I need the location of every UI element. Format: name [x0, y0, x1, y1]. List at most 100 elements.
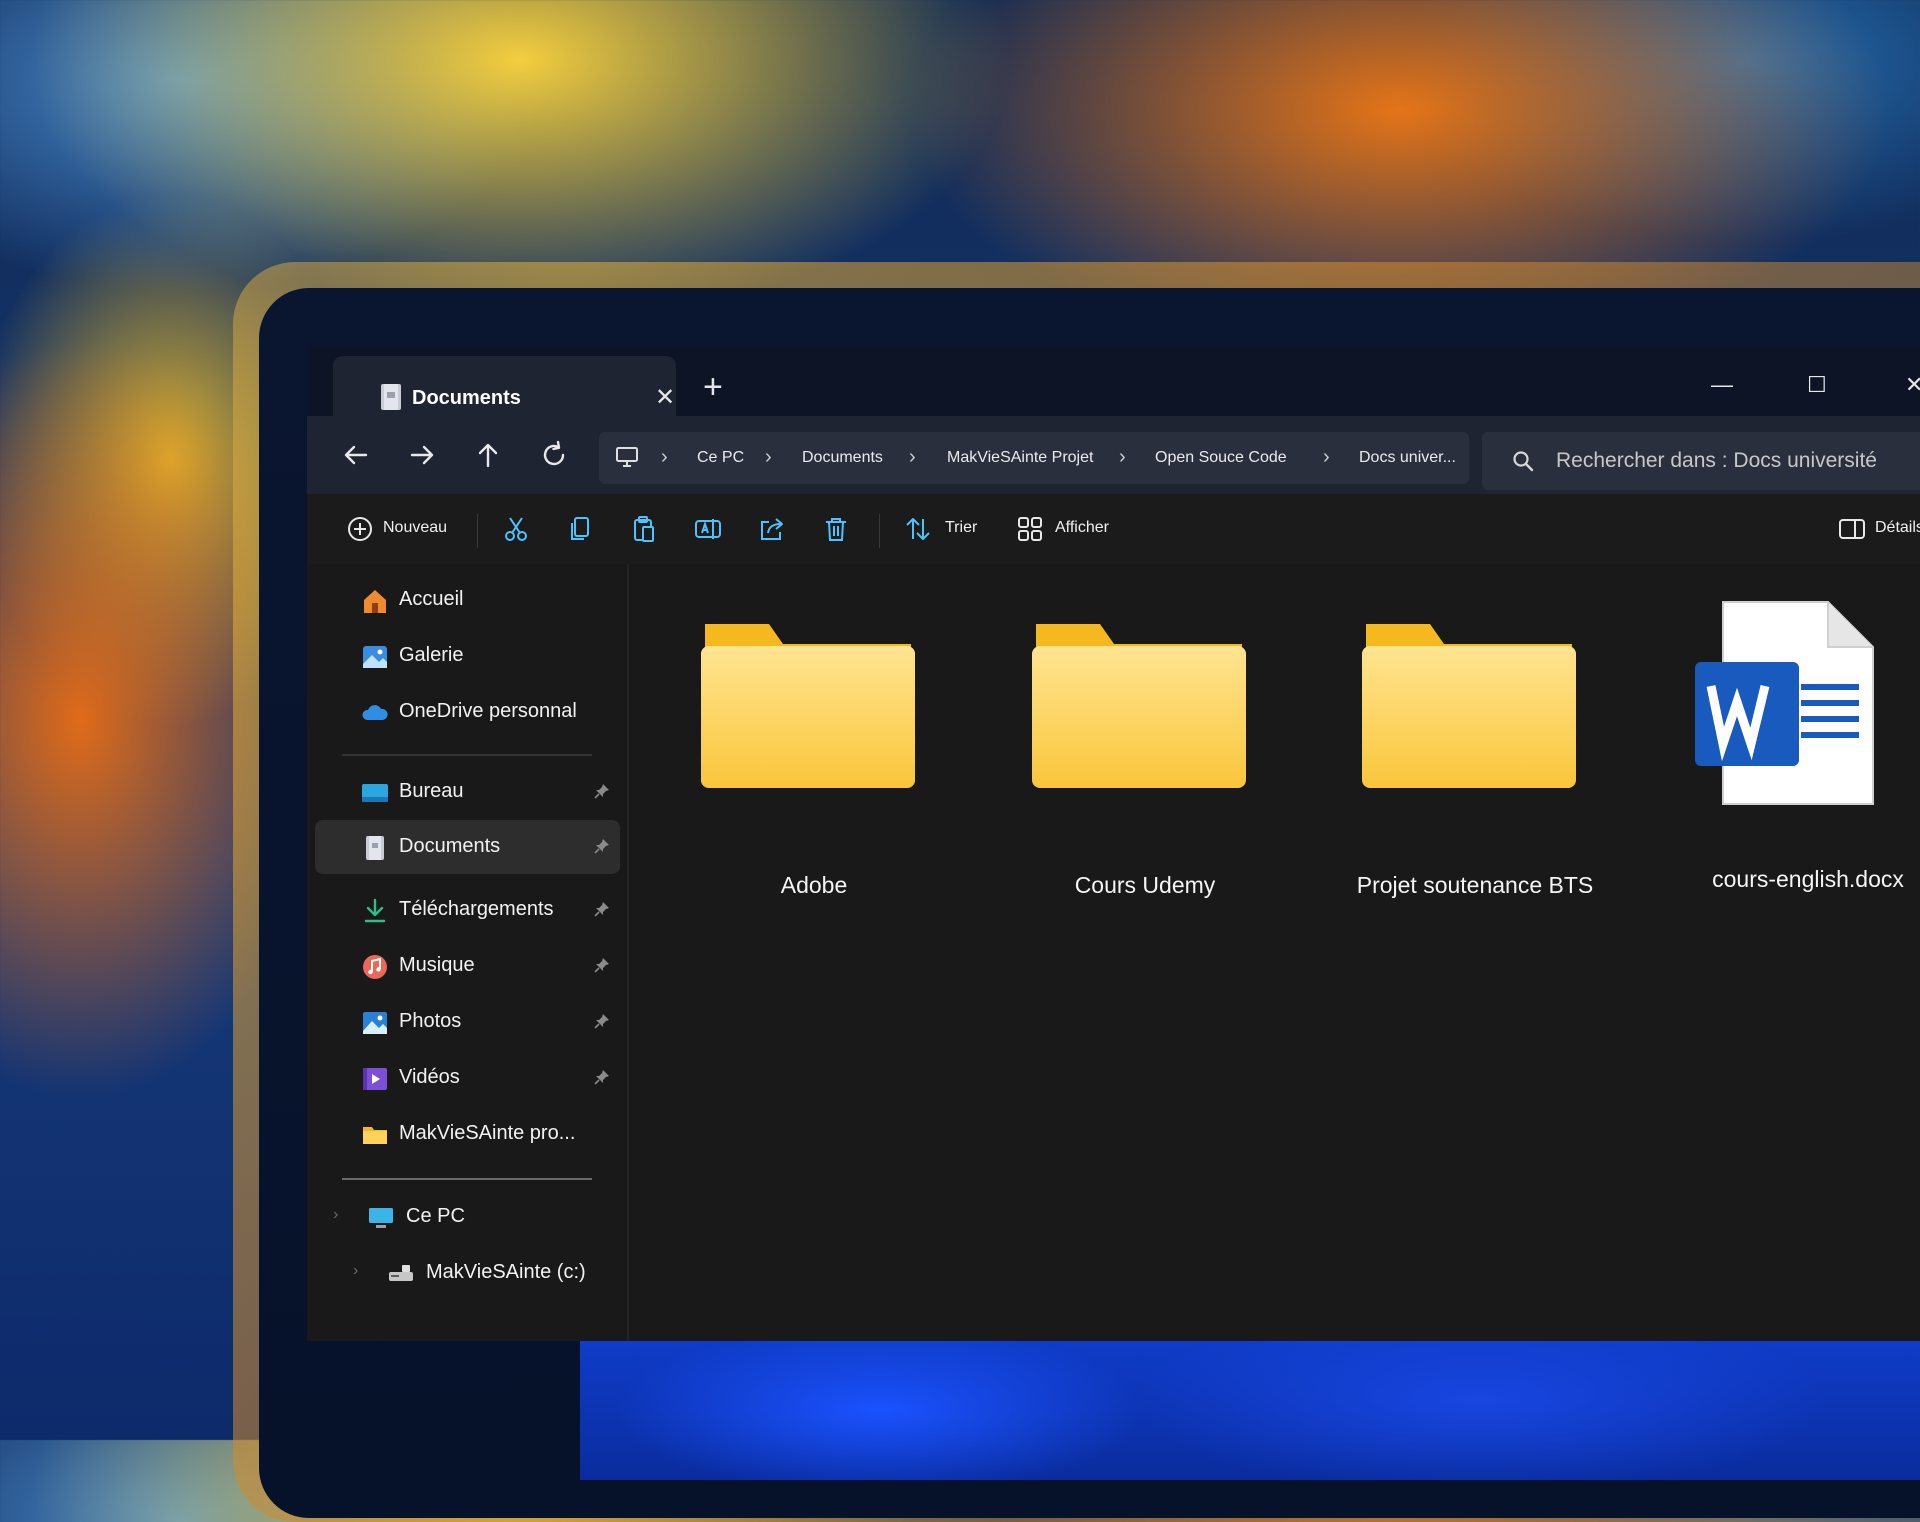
gallery-icon	[363, 646, 387, 668]
tab-close-icon[interactable]: ✕	[655, 383, 675, 412]
navigation-pane: Accueil Galerie OneDrive personnal Burea…	[307, 564, 629, 1341]
maximize-button[interactable]: ☐	[1807, 372, 1827, 398]
toolbar-divider	[879, 514, 880, 548]
sidebar-item-label: Téléchargements	[399, 898, 554, 920]
breadcrumb-separator: ›	[1323, 446, 1330, 468]
folder-icon	[701, 624, 915, 788]
onedrive-icon	[362, 705, 388, 720]
cut-icon[interactable]	[501, 514, 531, 544]
breadcrumb[interactable]: › Ce PC › Documents › MakVieSAinte Proje…	[599, 432, 1469, 484]
delete-icon[interactable]	[821, 514, 851, 544]
search-icon	[1513, 451, 1534, 472]
sidebar-item-label: Ce PC	[406, 1205, 465, 1227]
videos-icon	[363, 1068, 387, 1090]
folder-icon	[1362, 624, 1576, 788]
refresh-icon[interactable]	[537, 438, 571, 472]
tab-documents[interactable]: Documents ✕	[333, 356, 676, 416]
expand-chevron-icon[interactable]: ›	[333, 1206, 338, 1224]
breadcrumb-item[interactable]: Documents	[802, 449, 883, 467]
new-button[interactable]: Nouveau	[383, 519, 447, 537]
paste-icon[interactable]	[629, 514, 659, 544]
breadcrumb-item[interactable]: Docs univer...	[1359, 449, 1456, 467]
folder-icon	[1032, 624, 1246, 788]
new-tab-button[interactable]: +	[703, 368, 723, 407]
search-input[interactable]: Rechercher dans : Docs université	[1482, 432, 1920, 490]
sidebar-item-label: Musique	[399, 954, 475, 976]
file-name: Adobe	[780, 872, 848, 898]
command-bar: Nouveau Trier Afficher Détails	[307, 494, 1920, 565]
search-placeholder: Rechercher dans : Docs université	[1556, 449, 1877, 472]
sidebar-item-telechargements[interactable]: Téléchargements	[315, 883, 620, 937]
title-bar: Documents ✕ + — ☐ ✕	[307, 346, 1920, 416]
sidebar-item-drive-c[interactable]: › MakVieSAinte (c:)	[315, 1246, 620, 1300]
forward-icon[interactable]	[405, 438, 439, 472]
sidebar-item-musique[interactable]: Musique	[315, 939, 620, 993]
sidebar-divider	[342, 754, 592, 756]
sidebar-item-label: Documents	[399, 835, 501, 857]
file-item-document[interactable]: cours-english.docx	[1653, 601, 1920, 916]
pin-icon[interactable]	[593, 1012, 611, 1030]
close-window-button[interactable]: ✕	[1905, 372, 1920, 398]
file-item-folder[interactable]: Projet soutenance BTS	[1320, 616, 1630, 916]
share-icon[interactable]	[757, 514, 787, 544]
up-icon[interactable]	[471, 438, 505, 472]
documents-icon	[381, 384, 401, 410]
details-pane-icon[interactable]	[1837, 514, 1867, 544]
file-list: Adobe Cours Udemy Projet soutenance BTS …	[629, 564, 1920, 1341]
sidebar-item-label: OneDrive personnal	[399, 700, 577, 722]
folder-icon	[363, 1127, 387, 1144]
sidebar-item-label: MakVieSAinte pro...	[399, 1122, 576, 1144]
pin-icon[interactable]	[593, 1068, 611, 1086]
address-bar: › Ce PC › Documents › MakVieSAinte Proje…	[307, 416, 1920, 494]
word-document-icon	[1695, 601, 1874, 805]
sort-icon[interactable]	[903, 514, 933, 544]
sidebar-item-galerie[interactable]: Galerie	[315, 629, 620, 683]
pin-icon[interactable]	[593, 956, 611, 974]
pin-icon[interactable]	[593, 837, 611, 855]
pin-icon[interactable]	[593, 782, 611, 800]
sidebar-item-label: Bureau	[399, 780, 464, 802]
file-item-folder[interactable]: Cours Udemy	[990, 616, 1300, 916]
breadcrumb-item[interactable]: Open Souce Code	[1155, 449, 1287, 467]
details-button[interactable]: Détails	[1875, 519, 1920, 537]
file-item-folder[interactable]: Adobe	[659, 616, 969, 916]
breadcrumb-item[interactable]: Ce PC	[697, 449, 744, 467]
sidebar-item-onedrive[interactable]: OneDrive personnal	[315, 685, 620, 739]
copy-icon[interactable]	[565, 514, 595, 544]
rename-icon[interactable]	[693, 514, 723, 544]
expand-chevron-icon[interactable]: ›	[353, 1262, 358, 1280]
back-icon[interactable]	[339, 438, 373, 472]
sidebar-item-label: Accueil	[399, 588, 464, 610]
music-icon	[363, 955, 387, 979]
file-name: Projet soutenance BTS	[1356, 872, 1594, 898]
download-icon	[364, 898, 386, 923]
sidebar-item-accueil[interactable]: Accueil	[315, 573, 620, 627]
documents-icon	[366, 836, 384, 860]
sidebar-divider	[342, 1178, 592, 1180]
tab-title: Documents	[412, 387, 521, 409]
sidebar-item-photos[interactable]: Photos	[315, 995, 620, 1049]
sidebar-item-videos[interactable]: Vidéos	[315, 1051, 620, 1105]
minimize-button[interactable]: —	[1711, 372, 1733, 398]
breadcrumb-separator: ›	[765, 446, 772, 468]
drive-icon	[389, 1265, 413, 1281]
desktop-icon	[362, 784, 388, 802]
sidebar-item-ce-pc[interactable]: › Ce PC	[315, 1190, 620, 1244]
breadcrumb-separator: ›	[909, 446, 916, 468]
pin-icon[interactable]	[593, 900, 611, 918]
breadcrumb-separator: ›	[661, 446, 668, 468]
view-icon[interactable]	[1015, 514, 1045, 544]
sort-button[interactable]: Trier	[945, 519, 977, 537]
sidebar-item-makviesainte-projet[interactable]: MakVieSAinte pro...	[315, 1107, 620, 1161]
sidebar-item-label: Photos	[399, 1010, 462, 1032]
photos-icon	[363, 1012, 387, 1034]
home-icon	[364, 590, 386, 613]
toolbar-divider	[477, 514, 478, 548]
file-name: cours-english.docx	[1712, 866, 1904, 892]
new-icon[interactable]	[345, 514, 375, 544]
sidebar-item-documents[interactable]: Documents	[315, 820, 620, 874]
computer-icon	[616, 447, 638, 467]
breadcrumb-item[interactable]: MakVieSAinte Projet	[947, 449, 1093, 467]
view-button[interactable]: Afficher	[1055, 519, 1109, 537]
sidebar-item-bureau[interactable]: Bureau	[315, 765, 620, 819]
